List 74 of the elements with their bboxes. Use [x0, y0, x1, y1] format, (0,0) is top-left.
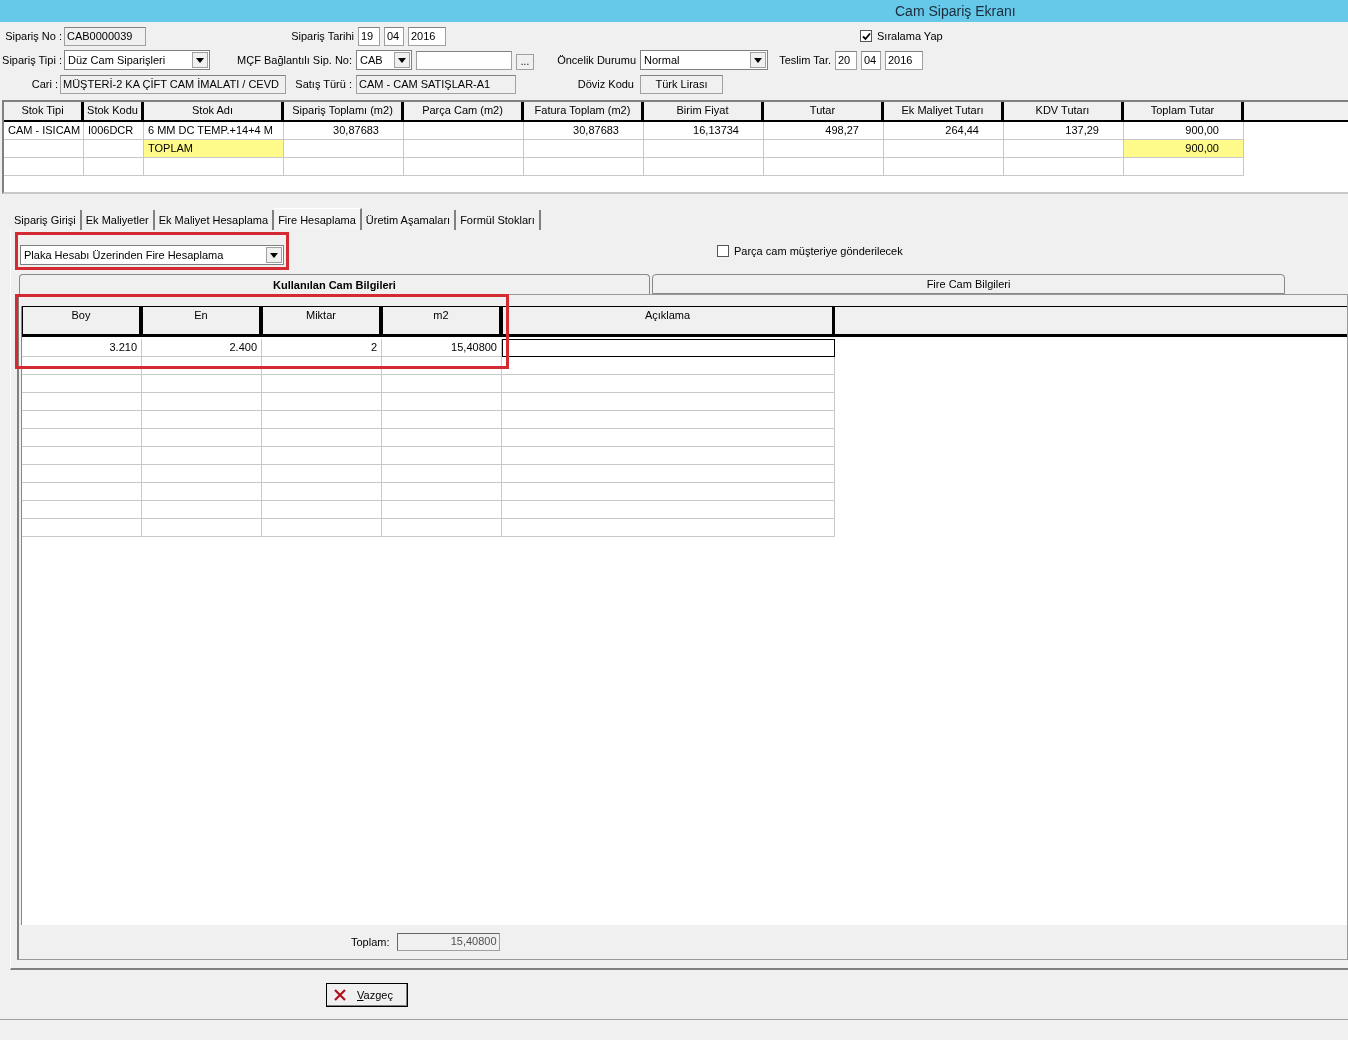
- day-field[interactable]: 20: [835, 50, 857, 70]
- field-label: Sipariş No :: [4, 30, 63, 42]
- field-label: Satış Türü :: [294, 78, 353, 90]
- month-field[interactable]: 04: [861, 50, 881, 70]
- checkbox-label: Parça cam müşteriye gönderilecek: [734, 245, 903, 257]
- table-cell: 30,87683: [524, 122, 644, 140]
- column-header[interactable]: Parça Cam (m2): [404, 102, 524, 122]
- edit-field[interactable]: [502, 339, 835, 357]
- column-header[interactable]: Stok Adı: [144, 102, 284, 122]
- dropdown[interactable]: Normal: [640, 50, 768, 70]
- column-header[interactable]: Toplam Tutar: [1124, 102, 1244, 122]
- dropdown[interactable]: CAB: [356, 50, 412, 70]
- text-field[interactable]: [416, 50, 512, 70]
- column-header[interactable]: Sipariş Toplamı (m2): [284, 102, 404, 122]
- column-header[interactable]: Stok Tipi: [4, 102, 84, 122]
- browse-button[interactable]: ...: [516, 54, 534, 70]
- column-header[interactable]: m2: [382, 306, 502, 337]
- currency-field[interactable]: Türk Lirası: [640, 74, 723, 94]
- field-label: Öncelik Durumu: [556, 54, 637, 66]
- total-field: 15,40800: [396, 933, 500, 951]
- caret-icon: [754, 57, 762, 63]
- table-cell: 137,29: [1004, 122, 1124, 140]
- table-cell: 498,27: [764, 122, 884, 140]
- year-field[interactable]: 2016: [885, 50, 923, 70]
- field-label: Sipariş Tipi :: [1, 54, 63, 66]
- column-header[interactable]: KDV Tutarı: [1004, 102, 1124, 122]
- column-header[interactable]: Tutar: [764, 102, 884, 122]
- column-header[interactable]: Boy: [22, 306, 142, 337]
- cancel-button[interactable]: Vazgeç: [326, 982, 408, 1007]
- year-field[interactable]: 2016: [408, 26, 446, 46]
- table-cell: 264,44: [884, 122, 1004, 140]
- column-header[interactable]: Fatura Toplam (m2): [524, 102, 644, 122]
- tab[interactable]: Kullanılan Cam Bilgileri: [19, 274, 650, 294]
- field-label: Döviz Kodu: [576, 78, 635, 90]
- sales-type-field[interactable]: CAM - CAM SATIŞLAR-A1: [356, 74, 516, 94]
- column-header[interactable]: Stok Kodu: [84, 102, 144, 122]
- month-field[interactable]: 04: [384, 26, 404, 46]
- table-cell: 900,00: [1124, 122, 1244, 140]
- checkbox-label: Sıralama Yap: [877, 30, 943, 42]
- column-header[interactable]: En: [142, 306, 262, 337]
- table-cell: 6 MM DC TEMP.+14+4 M: [144, 122, 284, 140]
- column-header[interactable]: Ek Maliyet Tutarı: [884, 102, 1004, 122]
- table-cell: 16,13734: [644, 122, 764, 140]
- table-cell: 3.210: [22, 339, 142, 357]
- customer-field[interactable]: MÜŞTERİ-2 KA ÇİFT CAM İMALATI / CEVD: [60, 74, 286, 94]
- total-label: TOPLAM: [144, 140, 284, 158]
- dropdown[interactable]: Düz Cam Siparişleri: [64, 50, 210, 70]
- field-label: Teslim Tar.: [778, 54, 832, 66]
- caret-icon: [398, 57, 406, 63]
- table-cell: CAM - ISICAM: [4, 122, 84, 140]
- column-header[interactable]: Miktar: [262, 306, 382, 337]
- checkbox[interactable]: [717, 245, 729, 257]
- table-cell: 2: [262, 339, 382, 357]
- order-number-field[interactable]: CAB0000039: [64, 26, 146, 46]
- column-header[interactable]: Açıklama: [502, 306, 835, 337]
- table-cell: I006DCR: [84, 122, 144, 140]
- field-label: Cari :: [30, 78, 59, 90]
- tab[interactable]: Fire Hesaplama: [274, 208, 362, 230]
- caret-icon: [196, 57, 204, 63]
- field-label: Sipariş Tarihi: [290, 30, 355, 42]
- check-icon: [861, 31, 871, 41]
- tab[interactable]: Fire Cam Bilgileri: [652, 274, 1285, 294]
- close-icon: [333, 987, 347, 1002]
- day-field[interactable]: 19: [358, 26, 380, 46]
- column-header[interactable]: Birim Fiyat: [644, 102, 764, 122]
- table-cell: 30,87683: [284, 122, 404, 140]
- total-label: Toplam:: [351, 936, 390, 948]
- caret-icon: [270, 252, 278, 258]
- checkbox[interactable]: [860, 30, 872, 42]
- table-cell: 2.400: [142, 339, 262, 357]
- window-title: Cam Sipariş Ekranı: [895, 3, 1016, 19]
- dropdown[interactable]: Plaka Hesabı Üzerinden Fire Hesaplama: [20, 245, 284, 265]
- total-amount: 900,00: [1124, 140, 1244, 158]
- field-label: MÇF Bağlantılı Sip. No:: [236, 54, 353, 66]
